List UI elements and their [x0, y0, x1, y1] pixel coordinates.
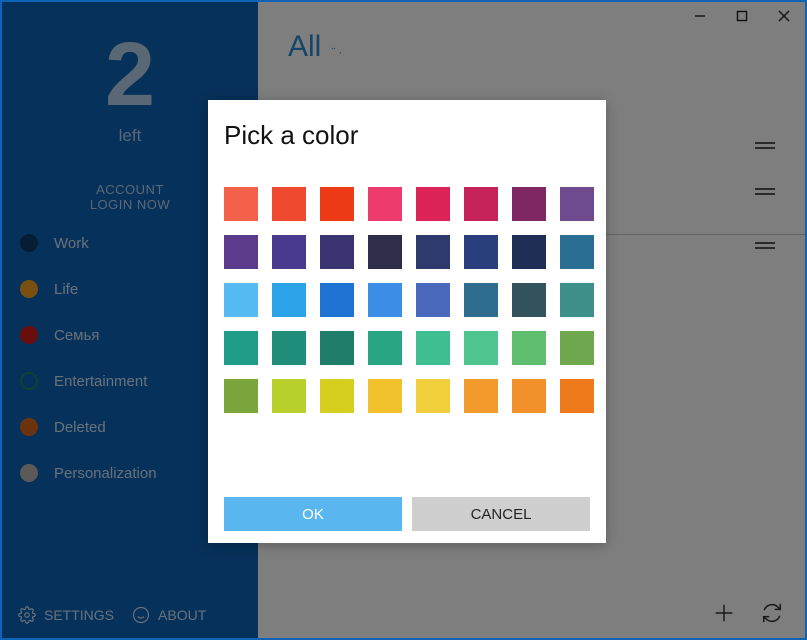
task-row[interactable] [755, 142, 775, 144]
list-header: All ¨· [288, 30, 775, 64]
list-title: All [288, 30, 321, 64]
color-dot-icon [20, 372, 38, 390]
sidebar-item-label: Work [54, 235, 89, 252]
sidebar-item-label: Entertainment [54, 373, 147, 390]
color-swatch[interactable] [368, 187, 402, 221]
cancel-button[interactable]: CANCEL [412, 497, 590, 531]
color-dot-icon [20, 326, 38, 344]
color-swatch[interactable] [560, 187, 594, 221]
color-swatch[interactable] [272, 283, 306, 317]
color-swatch[interactable] [464, 235, 498, 269]
color-swatch[interactable] [368, 379, 402, 413]
dialog-buttons: OK CANCEL [224, 497, 590, 531]
color-swatch[interactable] [512, 187, 546, 221]
color-swatch[interactable] [560, 283, 594, 317]
color-swatch[interactable] [464, 187, 498, 221]
color-swatch[interactable] [320, 331, 354, 365]
color-swatch[interactable] [416, 187, 450, 221]
color-swatch[interactable] [416, 283, 450, 317]
drag-handle-icon[interactable] [755, 188, 775, 190]
color-dot-icon [20, 280, 38, 298]
sidebar-item-label: Life [54, 281, 78, 298]
color-swatch[interactable] [560, 379, 594, 413]
color-swatch[interactable] [272, 379, 306, 413]
drag-handle-icon[interactable] [755, 142, 775, 144]
color-dot-icon [20, 464, 38, 482]
smile-icon [132, 606, 150, 624]
color-dot-icon [20, 418, 38, 436]
color-swatch[interactable] [320, 187, 354, 221]
maximize-button[interactable] [721, 5, 763, 27]
color-swatch[interactable] [416, 379, 450, 413]
task-row[interactable] [755, 188, 775, 190]
color-swatch[interactable] [272, 331, 306, 365]
sync-icon[interactable] [761, 602, 783, 624]
app-window: 2 left ACCOUNT LOGIN NOW Work Life Семья… [0, 0, 807, 640]
close-button[interactable] [763, 5, 805, 27]
dialog-title: Pick a color [224, 120, 590, 151]
sidebar-item-label: Deleted [54, 419, 106, 436]
drag-handle-icon[interactable] [755, 242, 775, 244]
color-swatch[interactable] [224, 235, 258, 269]
color-swatch[interactable] [224, 331, 258, 365]
gear-icon [18, 606, 36, 624]
color-grid [224, 187, 590, 413]
sidebar-item-label: Personalization [54, 465, 157, 482]
list-menu-icon[interactable]: ¨· [331, 45, 345, 59]
color-swatch[interactable] [320, 235, 354, 269]
color-swatch[interactable] [320, 379, 354, 413]
color-swatch[interactable] [368, 235, 402, 269]
about-button[interactable]: ABOUT [132, 606, 206, 624]
color-swatch[interactable] [272, 235, 306, 269]
color-swatch[interactable] [560, 331, 594, 365]
color-swatch[interactable] [464, 283, 498, 317]
color-swatch[interactable] [512, 283, 546, 317]
color-swatch[interactable] [272, 187, 306, 221]
color-picker-dialog: Pick a color OK CANCEL [208, 100, 606, 543]
settings-label: SETTINGS [44, 607, 114, 623]
add-icon[interactable] [713, 602, 735, 624]
minimize-button[interactable] [679, 5, 721, 27]
color-swatch[interactable] [464, 379, 498, 413]
about-label: ABOUT [158, 607, 206, 623]
color-swatch[interactable] [416, 235, 450, 269]
color-swatch[interactable] [224, 187, 258, 221]
color-swatch[interactable] [512, 235, 546, 269]
color-swatch[interactable] [512, 379, 546, 413]
color-swatch[interactable] [224, 379, 258, 413]
color-swatch[interactable] [368, 283, 402, 317]
color-swatch[interactable] [320, 283, 354, 317]
color-swatch[interactable] [368, 331, 402, 365]
sidebar-footer: SETTINGS ABOUT [2, 592, 258, 638]
color-swatch[interactable] [464, 331, 498, 365]
color-swatch[interactable] [416, 331, 450, 365]
color-dot-icon [20, 234, 38, 252]
sidebar-item-label: Семья [54, 327, 99, 344]
task-row[interactable] [755, 242, 775, 244]
settings-button[interactable]: SETTINGS [18, 606, 114, 624]
color-swatch[interactable] [512, 331, 546, 365]
color-swatch[interactable] [560, 235, 594, 269]
color-swatch[interactable] [224, 283, 258, 317]
ok-button[interactable]: OK [224, 497, 402, 531]
window-titlebar [679, 2, 805, 30]
main-actions [713, 602, 783, 624]
